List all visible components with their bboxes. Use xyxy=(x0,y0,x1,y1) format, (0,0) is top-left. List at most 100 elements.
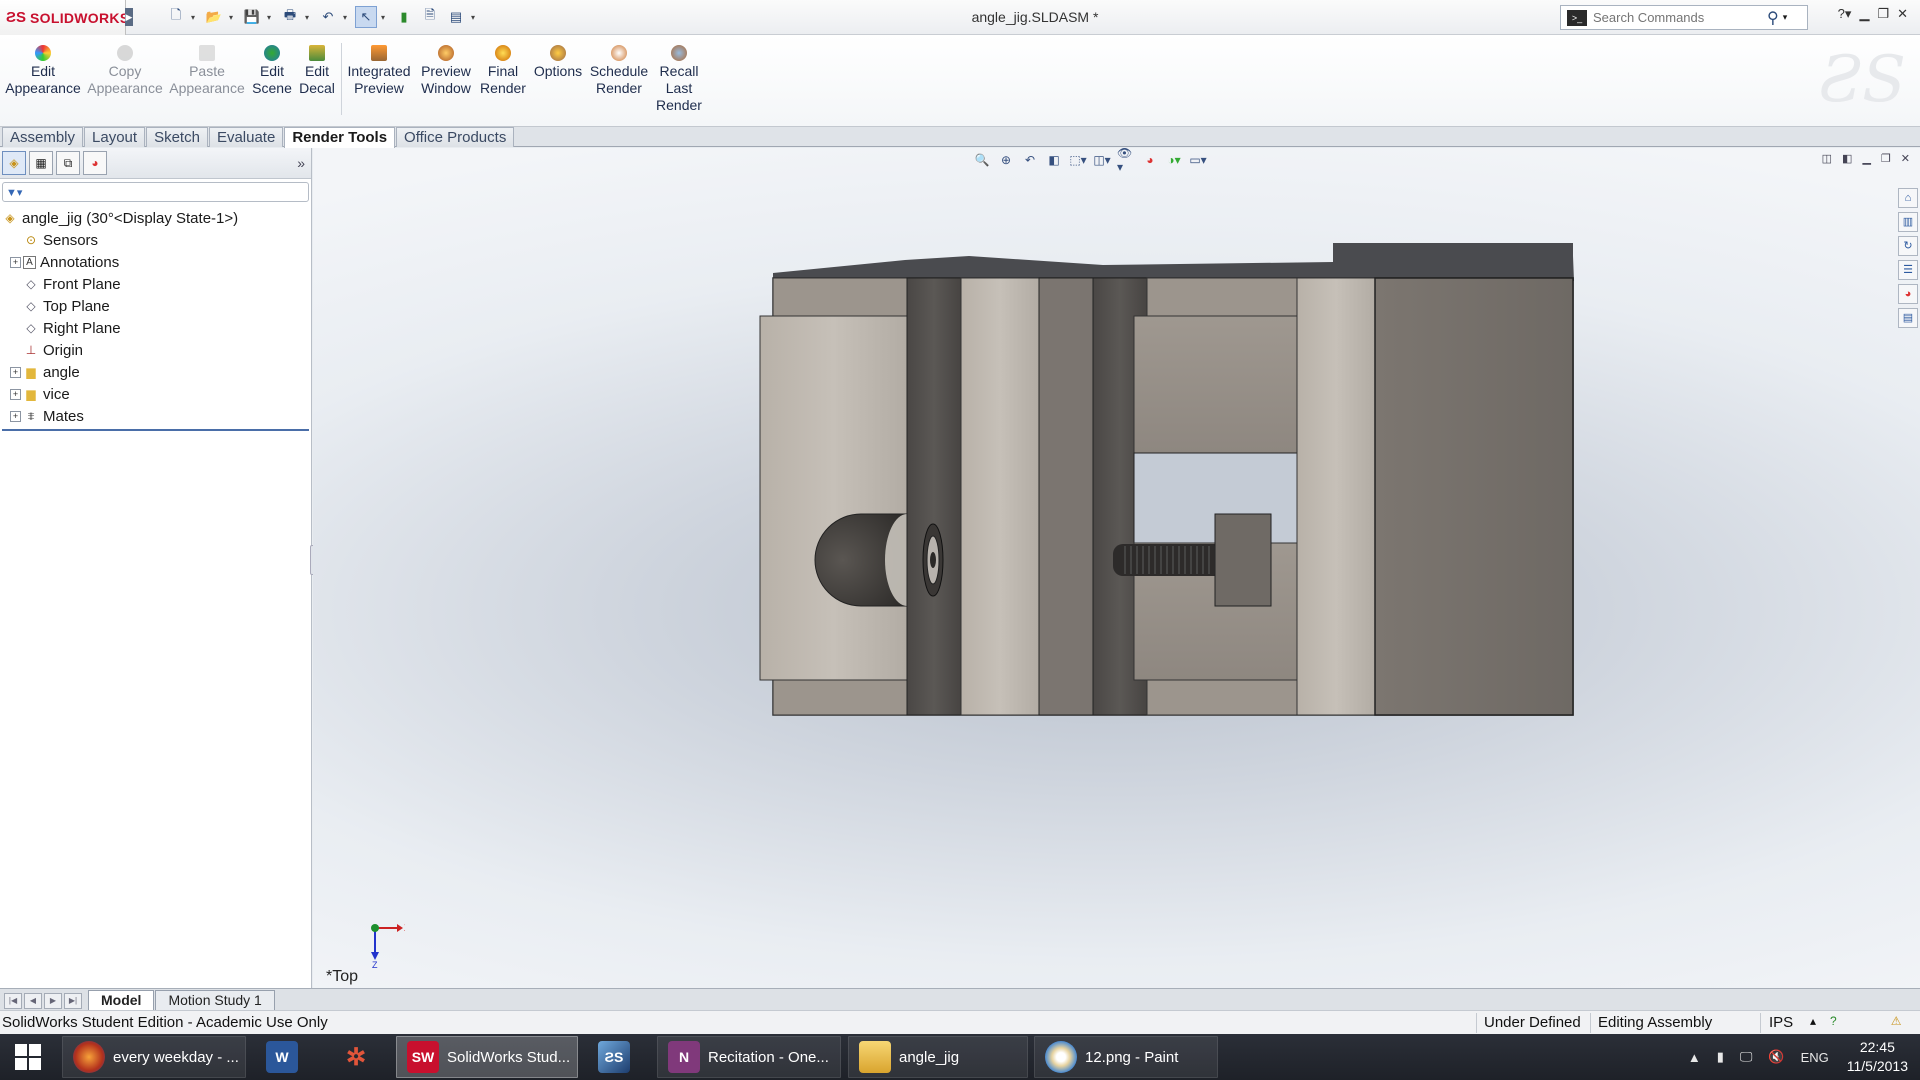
view-orientation-icon[interactable]: ⬚▾ xyxy=(1069,151,1087,169)
system-tray: ▲ ▮ 🖵 🔇 ENG 22:45 11/5/2013 xyxy=(1680,1034,1920,1080)
tree-item-vice[interactable]: + ▆ vice xyxy=(2,383,311,405)
solidworks-resources-icon[interactable]: ⌂ xyxy=(1898,188,1918,208)
tab-layout[interactable]: Layout xyxy=(84,127,146,147)
taskbar-explorer[interactable]: angle_jig xyxy=(848,1036,1028,1078)
help-icon[interactable]: ?▾ xyxy=(1838,6,1852,22)
graphics-area[interactable]: 🔍 ⊕ ↶ ◧ ⬚▾ ◫▾ 👁▾ ◕ ◑▾ ▭▾ ◫ ◧ ▁ ❐ ✕ ⌂ ▥ ↻… xyxy=(313,148,1920,988)
taskbar-firefox[interactable]: every weekday - ... xyxy=(62,1036,246,1078)
zoom-to-area-icon[interactable]: ⊕ xyxy=(997,151,1015,169)
feature-tree-tab-icon[interactable]: ◈ xyxy=(2,151,26,175)
minimize-icon[interactable]: ▁ xyxy=(1859,6,1869,22)
tree-item-angle[interactable]: + ▆ angle xyxy=(2,361,311,383)
design-library-icon[interactable]: ▥ xyxy=(1898,212,1918,232)
display-style-icon[interactable]: ◫▾ xyxy=(1093,151,1111,169)
expand-plus-icon[interactable]: + xyxy=(10,410,21,422)
taskbar-onenote[interactable]: N Recitation - One... xyxy=(657,1036,841,1078)
tab-model[interactable]: Model xyxy=(88,990,155,1010)
rollback-bar[interactable] xyxy=(2,429,309,431)
copy-appearance-button[interactable]: Copy Appearance xyxy=(87,45,163,97)
taskbar-word[interactable]: W xyxy=(256,1036,310,1078)
tab-render-tools[interactable]: Render Tools xyxy=(284,127,396,148)
tab-office-products[interactable]: Office Products xyxy=(396,127,515,147)
tree-item-origin[interactable]: ⊥ Origin xyxy=(2,339,311,361)
tree-item-mates[interactable]: + ⩨ Mates xyxy=(2,405,311,427)
next-tab-icon[interactable]: ▶ xyxy=(44,993,62,1009)
edit-decal-button[interactable]: Edit Decal xyxy=(298,45,336,97)
integrated-preview-icon xyxy=(371,45,387,61)
preview-window-button[interactable]: Preview Window xyxy=(418,45,474,97)
apply-scene-icon[interactable]: ◑▾ xyxy=(1165,151,1183,169)
expand-plus-icon[interactable]: + xyxy=(10,256,21,268)
search-commands-box[interactable]: >_ ⚲ ▾ xyxy=(1560,5,1808,30)
recall-last-render-button[interactable]: Recall Last Render xyxy=(654,45,704,114)
tree-item-front-plane[interactable]: ◇ Front Plane xyxy=(2,273,311,295)
rebuild-status-icon[interactable]: ⚠ xyxy=(1891,1014,1902,1028)
integrated-preview-button[interactable]: Integrated Preview xyxy=(344,45,414,97)
search-dropdown-icon[interactable]: ▾ xyxy=(1783,12,1788,23)
assembly-model[interactable] xyxy=(313,148,1920,988)
viewport-close-icon[interactable]: ✕ xyxy=(1901,152,1910,165)
custom-properties-icon[interactable]: ▤ xyxy=(1898,308,1918,328)
quick-tips-icon[interactable]: ? xyxy=(1830,1014,1837,1028)
show-hidden-icons-icon[interactable]: ▲ xyxy=(1688,1050,1701,1065)
schedule-render-button[interactable]: Schedule Render xyxy=(590,45,648,97)
start-button[interactable] xyxy=(0,1034,56,1080)
tree-item-right-plane[interactable]: ◇ Right Plane xyxy=(2,317,311,339)
viewport-minimize-icon[interactable]: ▁ xyxy=(1862,152,1870,165)
expand-panel-icon[interactable]: » xyxy=(297,155,305,171)
first-tab-icon[interactable]: |◀ xyxy=(4,993,22,1009)
button-label: Render xyxy=(656,97,702,113)
power-icon[interactable]: ▮ xyxy=(1717,1049,1724,1065)
tab-assembly[interactable]: Assembly xyxy=(2,127,84,147)
appearances-scenes-icon[interactable]: ◕ xyxy=(1898,284,1918,304)
final-render-button[interactable]: Final Render xyxy=(480,45,526,97)
hide-show-items-icon[interactable]: 👁▾ xyxy=(1117,148,1135,174)
taskbar-ds[interactable]: ƧS xyxy=(588,1036,644,1078)
last-tab-icon[interactable]: ▶| xyxy=(64,993,82,1009)
taskbar-paint[interactable]: 12.png - Paint xyxy=(1034,1036,1218,1078)
edit-scene-button[interactable]: Edit Scene xyxy=(252,45,292,97)
units-dropdown-icon[interactable]: ▴ xyxy=(1810,1014,1816,1028)
previous-view-icon[interactable]: ↶ xyxy=(1021,151,1039,169)
unit-system-button[interactable]: IPS xyxy=(1769,1014,1793,1031)
clock-date: 11/5/2013 xyxy=(1846,1058,1908,1074)
section-view-icon[interactable]: ◧ xyxy=(1045,151,1063,169)
network-icon[interactable]: 🖵 xyxy=(1740,1049,1753,1065)
tree-root-assembly[interactable]: ◈ angle_jig (30°<Display State-1>) xyxy=(2,207,311,229)
search-input[interactable] xyxy=(1593,10,1763,25)
zoom-to-fit-icon[interactable]: 🔍 xyxy=(973,151,991,169)
view-settings-icon[interactable]: ▭▾ xyxy=(1189,151,1207,169)
edit-appearance-view-icon[interactable]: ◕ xyxy=(1141,151,1159,169)
edit-appearance-button[interactable]: Edit Appearance xyxy=(5,45,81,97)
taskbar-clock[interactable]: 22:45 11/5/2013 xyxy=(1847,1038,1908,1076)
taskbar-app[interactable]: ✲ xyxy=(330,1036,384,1078)
viewport-split-icon[interactable]: ◫ xyxy=(1822,152,1832,165)
viewport-tile-icon[interactable]: ◧ xyxy=(1842,152,1852,165)
volume-muted-icon[interactable]: 🔇 xyxy=(1768,1049,1784,1065)
tab-motion-study-1[interactable]: Motion Study 1 xyxy=(155,990,275,1010)
tree-item-top-plane[interactable]: ◇ Top Plane xyxy=(2,295,311,317)
expand-plus-icon[interactable]: + xyxy=(10,388,21,400)
close-icon[interactable]: ✕ xyxy=(1897,6,1908,22)
view-palette-icon[interactable]: ☰ xyxy=(1898,260,1918,280)
tree-item-annotations[interactable]: + A Annotations xyxy=(2,251,311,273)
tree-filter-field[interactable]: ▼▾ xyxy=(2,182,309,202)
options-button[interactable]: Options xyxy=(532,45,584,80)
file-explorer-icon[interactable]: ↻ xyxy=(1898,236,1918,256)
viewport-restore-icon[interactable]: ❐ xyxy=(1881,152,1891,165)
search-icon[interactable]: ⚲ xyxy=(1767,8,1779,28)
property-manager-tab-icon[interactable]: ▦ xyxy=(29,151,53,175)
tree-item-sensors[interactable]: ⊙ Sensors xyxy=(2,229,311,251)
status-separator xyxy=(1476,1013,1477,1033)
input-language[interactable]: ENG xyxy=(1801,1050,1829,1065)
taskbar-solidworks[interactable]: SW SolidWorks Stud... xyxy=(396,1036,578,1078)
paste-appearance-button[interactable]: Paste Appearance xyxy=(169,45,245,97)
clock-time: 22:45 xyxy=(1859,1039,1895,1055)
expand-plus-icon[interactable]: + xyxy=(10,366,21,378)
configuration-manager-tab-icon[interactable]: ⧉ xyxy=(56,151,80,175)
prev-tab-icon[interactable]: ◀ xyxy=(24,993,42,1009)
tab-sketch[interactable]: Sketch xyxy=(146,127,208,147)
restore-icon[interactable]: ❐ xyxy=(1877,6,1889,22)
display-manager-tab-icon[interactable]: ◕ xyxy=(83,151,107,175)
tab-evaluate[interactable]: Evaluate xyxy=(208,127,284,147)
